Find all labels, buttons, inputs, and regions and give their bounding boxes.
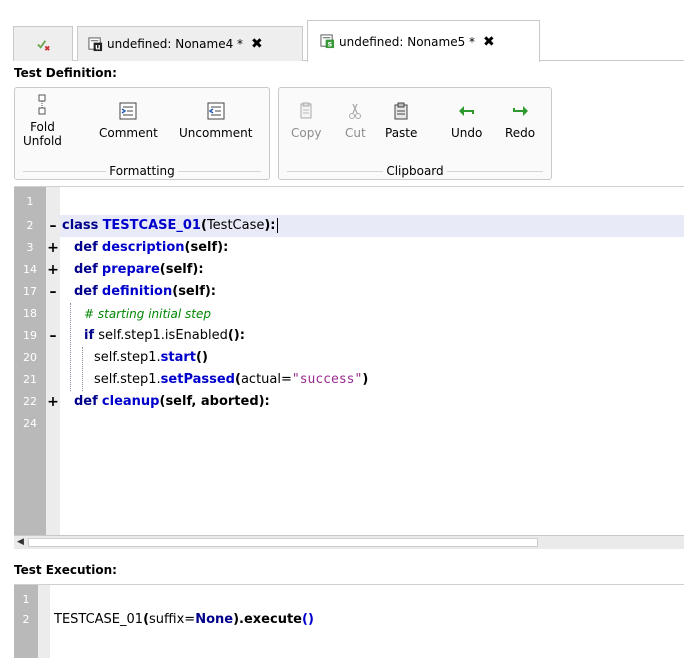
code-text-area[interactable]: class TESTCASE_01(TestCase): def descrip… — [60, 187, 684, 535]
line-number: 20 — [23, 351, 37, 364]
scissors-icon — [349, 103, 362, 119]
fold-toggle[interactable]: + — [46, 259, 60, 281]
indent-guide — [82, 347, 83, 391]
undo-button[interactable]: Undo — [451, 102, 482, 140]
svg-text:s: s — [328, 40, 333, 49]
test-execution-title: Test Execution: — [14, 563, 117, 577]
code-line-22: def cleanup(self, aborted): — [74, 394, 270, 409]
redo-label: Redo — [505, 126, 536, 140]
clipboard-label: Clipboard — [279, 163, 551, 179]
fold-toggle[interactable]: + — [46, 391, 60, 413]
redo-button[interactable]: Redo — [505, 102, 535, 140]
checklist-icon — [36, 39, 50, 51]
code-line-2: class TESTCASE_01(TestCase): — [62, 218, 278, 233]
formatting-label: Formatting — [15, 163, 269, 179]
document-s-icon: s — [320, 34, 335, 49]
indent-guide — [70, 303, 71, 391]
line-number: 1 — [22, 593, 30, 606]
cut-label: Cut — [345, 126, 366, 140]
line-number: 24 — [23, 417, 37, 430]
line-number: 19 — [23, 329, 37, 342]
line-number: 22 — [23, 395, 37, 408]
fold-unfold-button[interactable]: Fold Unfold — [23, 94, 62, 148]
execution-code-area[interactable]: TESTCASE_01(suffix=None).execute() — [50, 585, 684, 658]
code-line-17: def definition(self): — [74, 284, 216, 299]
fold-toggle[interactable]: – — [46, 281, 60, 303]
scroll-left-arrow-icon[interactable]: ◀ — [17, 537, 24, 547]
line-number: 3 — [26, 241, 34, 254]
code-line-14: def prepare(self): — [74, 262, 204, 277]
fold-toggle[interactable]: + — [46, 237, 60, 259]
paste-button[interactable]: Paste — [385, 102, 417, 140]
paste-label: Paste — [385, 126, 418, 140]
scrollbar-thumb[interactable] — [28, 538, 538, 547]
comment-icon — [119, 102, 137, 120]
tab-bar: u undefined: Noname4 * ✖ s undefined: No… — [13, 20, 684, 62]
tab-noname5[interactable]: s undefined: Noname5 * ✖ — [307, 20, 540, 62]
document-u-icon: u — [88, 36, 103, 51]
copy-label: Copy — [291, 126, 322, 140]
comment-button[interactable]: Comment — [99, 102, 158, 140]
line-number: 21 — [23, 373, 37, 386]
code-editor[interactable]: 1 2 – 3 + 14 + 17 – 18 19 – 20 21 22 + 2… — [14, 186, 684, 549]
svg-text:u: u — [95, 42, 100, 51]
code-line-18: # starting initial step — [84, 307, 211, 321]
undo-label: Undo — [451, 126, 483, 140]
line-number: 2 — [22, 613, 30, 626]
close-icon[interactable]: ✖ — [483, 34, 495, 50]
code-line-20: self.step1.start() — [94, 350, 208, 365]
line-number: 18 — [23, 307, 37, 320]
tab-label: undefined: Noname4 * — [107, 37, 244, 51]
paste-icon — [394, 102, 408, 120]
redo-arrow-icon — [513, 106, 529, 116]
formatting-group: Fold Unfold Comment Uncomment Formatting — [14, 87, 270, 180]
fold-unfold-label: Fold Unfold — [23, 120, 62, 148]
line-number: 2 — [26, 219, 34, 232]
line-number: 14 — [23, 263, 37, 276]
line-number: 1 — [26, 195, 34, 208]
fold-margin — [38, 585, 50, 658]
execution-editor[interactable]: 1 2 TESTCASE_01(suffix=None).execute() — [14, 584, 684, 658]
tab-label: undefined: Noname5 * — [339, 34, 476, 49]
fold-unfold-icon — [38, 94, 46, 115]
comment-label: Comment — [99, 126, 158, 140]
tab-noname4[interactable]: u undefined: Noname4 * ✖ — [77, 26, 303, 61]
clipboard-group: Copy Cut Paste Undo Redo Clipboard — [278, 87, 552, 180]
fold-toggle[interactable]: – — [46, 325, 60, 347]
code-line-3: def description(self): — [74, 240, 229, 255]
tab-checklist[interactable] — [13, 26, 73, 61]
undo-arrow-icon — [458, 106, 474, 116]
execution-code-line: TESTCASE_01(suffix=None).execute() — [54, 612, 314, 627]
horizontal-scrollbar[interactable]: ◀ — [14, 535, 684, 549]
close-icon[interactable]: ✖ — [251, 36, 263, 52]
line-number: 17 — [23, 285, 37, 298]
uncomment-button[interactable]: Uncomment — [179, 102, 252, 140]
cut-button[interactable]: Cut — [345, 102, 366, 140]
uncomment-label: Uncomment — [179, 126, 253, 140]
fold-toggle[interactable]: – — [46, 215, 60, 237]
test-definition-title: Test Definition: — [14, 66, 117, 80]
copy-button[interactable]: Copy — [291, 102, 321, 140]
copy-icon — [300, 102, 312, 119]
code-line-21: self.step1.setPassed(actual="success") — [94, 372, 369, 387]
code-line-19: if self.step1.isEnabled(): — [84, 328, 245, 343]
uncomment-icon — [207, 102, 225, 120]
